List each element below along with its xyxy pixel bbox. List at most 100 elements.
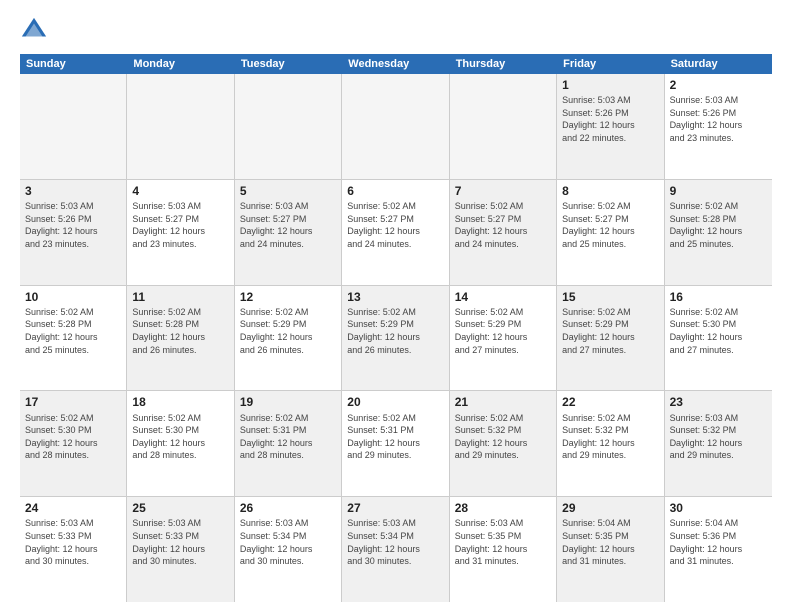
day-number: 20 [347,394,443,410]
cal-cell: 9Sunrise: 5:02 AMSunset: 5:28 PMDaylight… [665,180,772,285]
day-number: 19 [240,394,336,410]
day-number: 18 [132,394,228,410]
cell-info: Sunrise: 5:02 AMSunset: 5:29 PMDaylight:… [347,306,443,356]
cell-info: Sunrise: 5:02 AMSunset: 5:28 PMDaylight:… [25,306,121,356]
cal-cell: 23Sunrise: 5:03 AMSunset: 5:32 PMDayligh… [665,391,772,496]
header-day-tuesday: Tuesday [235,54,342,74]
cell-info: Sunrise: 5:02 AMSunset: 5:28 PMDaylight:… [132,306,228,356]
week-row-4: 17Sunrise: 5:02 AMSunset: 5:30 PMDayligh… [20,391,772,497]
cell-info: Sunrise: 5:02 AMSunset: 5:32 PMDaylight:… [455,412,551,462]
cell-info: Sunrise: 5:02 AMSunset: 5:27 PMDaylight:… [562,200,658,250]
cal-cell: 10Sunrise: 5:02 AMSunset: 5:28 PMDayligh… [20,286,127,391]
cal-cell [127,74,234,179]
cal-cell: 20 Sunrise: 5:02 AMSunset: 5:31 PMDayligh… [342,391,449,496]
cal-cell: 28Sunrise: 5:03 AMSunset: 5:35 PMDayligh… [450,497,557,602]
day-number: 22 [562,394,658,410]
header-day-thursday: Thursday [450,54,557,74]
calendar: SundayMondayTuesdayWednesdayThursdayFrid… [20,54,772,602]
header-day-friday: Friday [557,54,664,74]
cal-cell [235,74,342,179]
day-number: 4 [132,183,228,199]
cell-info: Sunrise: 5:03 AMSunset: 5:33 PMDaylight:… [132,517,228,567]
day-number: 14 [455,289,551,305]
day-number: 16 [670,289,767,305]
cell-info: Sunrise: 5:02 AMSunset: 5:30 PMDaylight:… [132,412,228,462]
cell-info: Sunrise: 5:02 AMSunset: 5:29 PMDaylight:… [240,306,336,356]
cell-info: Sunrise: 5:04 AMSunset: 5:36 PMDaylight:… [670,517,767,567]
cal-cell: 5Sunrise: 5:03 AMSunset: 5:27 PMDaylight… [235,180,342,285]
cal-cell: 8Sunrise: 5:02 AMSunset: 5:27 PMDaylight… [557,180,664,285]
cal-cell: 1Sunrise: 5:03 AMSunset: 5:26 PMDaylight… [557,74,664,179]
header-day-monday: Monday [127,54,234,74]
cal-cell: 11Sunrise: 5:02 AMSunset: 5:28 PMDayligh… [127,286,234,391]
cell-info: Sunrise: 5:02 AMSunset: 5:28 PMDaylight:… [670,200,767,250]
cell-info: Sunrise: 5:03 AMSunset: 5:26 PMDaylight:… [25,200,121,250]
cal-cell: 26Sunrise: 5:03 AMSunset: 5:34 PMDayligh… [235,497,342,602]
cal-cell: 4Sunrise: 5:03 AMSunset: 5:27 PMDaylight… [127,180,234,285]
day-number: 15 [562,289,658,305]
cal-cell [20,74,127,179]
cal-cell: 22Sunrise: 5:02 AMSunset: 5:32 PMDayligh… [557,391,664,496]
cell-info: Sunrise: 5:04 AMSunset: 5:35 PMDaylight:… [562,517,658,567]
day-number: 7 [455,183,551,199]
day-number: 24 [25,500,121,516]
cell-info: Sunrise: 5:03 AMSunset: 5:27 PMDaylight:… [240,200,336,250]
day-number: 11 [132,289,228,305]
cal-cell: 14Sunrise: 5:02 AMSunset: 5:29 PMDayligh… [450,286,557,391]
day-number: 25 [132,500,228,516]
day-number: 2 [670,77,767,93]
day-number: 13 [347,289,443,305]
cell-info: Sunrise: 5:02 AMSunset: 5:30 PMDaylight:… [670,306,767,356]
day-number: 1 [562,77,658,93]
cell-info: Sunrise: 5:03 AMSunset: 5:27 PMDaylight:… [132,200,228,250]
cell-info: Sunrise: 5:03 AMSunset: 5:34 PMDaylight:… [240,517,336,567]
calendar-body: 1Sunrise: 5:03 AMSunset: 5:26 PMDaylight… [20,74,772,602]
week-row-5: 24 Sunrise: 5:03 AMSunset: 5:33 PMDayligh… [20,497,772,602]
calendar-header: SundayMondayTuesdayWednesdayThursdayFrid… [20,54,772,74]
cal-cell: 24Sunrise: 5:03 AMSunset: 5:33 PMDayligh… [20,497,127,602]
cal-cell: 19 Sunrise: 5:02 AMSunset: 5:31 PMDayligh… [235,391,342,496]
header-day-saturday: Saturday [665,54,772,74]
cell-info: Sunrise: 5:03 AMSunset: 5:26 PMDaylight:… [562,94,658,144]
cell-info: Sunrise: 5:02 AMSunset: 5:31 PMDaylight:… [240,412,336,462]
week-row-1: 1Sunrise: 5:03 AMSunset: 5:26 PMDaylight… [20,74,772,180]
cell-info: Sunrise: 5:02 AMSunset: 5:29 PMDaylight:… [562,306,658,356]
cal-cell: 13Sunrise: 5:02 AMSunset: 5:29 PMDayligh… [342,286,449,391]
day-number: 5 [240,183,336,199]
cal-cell: 18 Sunrise: 5:02 AMSunset: 5:30 PMDayligh… [127,391,234,496]
day-number: 29 [562,500,658,516]
cell-info: Sunrise: 5:03 AMSunset: 5:34 PMDaylight:… [347,517,443,567]
day-number: 12 [240,289,336,305]
cell-info: Sunrise: 5:02 AMSunset: 5:27 PMDaylight:… [455,200,551,250]
week-row-2: 3Sunrise: 5:03 AMSunset: 5:26 PMDaylight… [20,180,772,286]
header-day-sunday: Sunday [20,54,127,74]
day-number: 30 [670,500,767,516]
day-number: 21 [455,394,551,410]
day-number: 26 [240,500,336,516]
logo [20,16,52,44]
cal-cell: 16Sunrise: 5:02 AMSunset: 5:30 PMDayligh… [665,286,772,391]
cell-info: Sunrise: 5:02 AMSunset: 5:29 PMDaylight:… [455,306,551,356]
cal-cell: 15Sunrise: 5:02 AMSunset: 5:29 PMDayligh… [557,286,664,391]
cell-info: Sunrise: 5:03 AMSunset: 5:35 PMDaylight:… [455,517,551,567]
cal-cell: 12Sunrise: 5:02 AMSunset: 5:29 PMDayligh… [235,286,342,391]
cal-cell: 30Sunrise: 5:04 AMSunset: 5:36 PMDayligh… [665,497,772,602]
cell-info: Sunrise: 5:02 AMSunset: 5:30 PMDaylight:… [25,412,121,462]
day-number: 3 [25,183,121,199]
day-number: 10 [25,289,121,305]
header [20,16,772,44]
cal-cell [450,74,557,179]
day-number: 6 [347,183,443,199]
cell-info: Sunrise: 5:03 AMSunset: 5:32 PMDaylight:… [670,412,767,462]
cal-cell: 25Sunrise: 5:03 AMSunset: 5:33 PMDayligh… [127,497,234,602]
cell-info: Sunrise: 5:02 AMSunset: 5:31 PMDaylight:… [347,412,443,462]
day-number: 28 [455,500,551,516]
cal-cell: 6Sunrise: 5:02 AMSunset: 5:27 PMDaylight… [342,180,449,285]
page: SundayMondayTuesdayWednesdayThursdayFrid… [0,0,792,612]
cell-info: Sunrise: 5:03 AMSunset: 5:26 PMDaylight:… [670,94,767,144]
cal-cell: 29Sunrise: 5:04 AMSunset: 5:35 PMDayligh… [557,497,664,602]
cell-info: Sunrise: 5:02 AMSunset: 5:27 PMDaylight:… [347,200,443,250]
cal-cell: 2Sunrise: 5:03 AMSunset: 5:26 PMDaylight… [665,74,772,179]
week-row-3: 10Sunrise: 5:02 AMSunset: 5:28 PMDayligh… [20,286,772,392]
cal-cell: 7Sunrise: 5:02 AMSunset: 5:27 PMDaylight… [450,180,557,285]
